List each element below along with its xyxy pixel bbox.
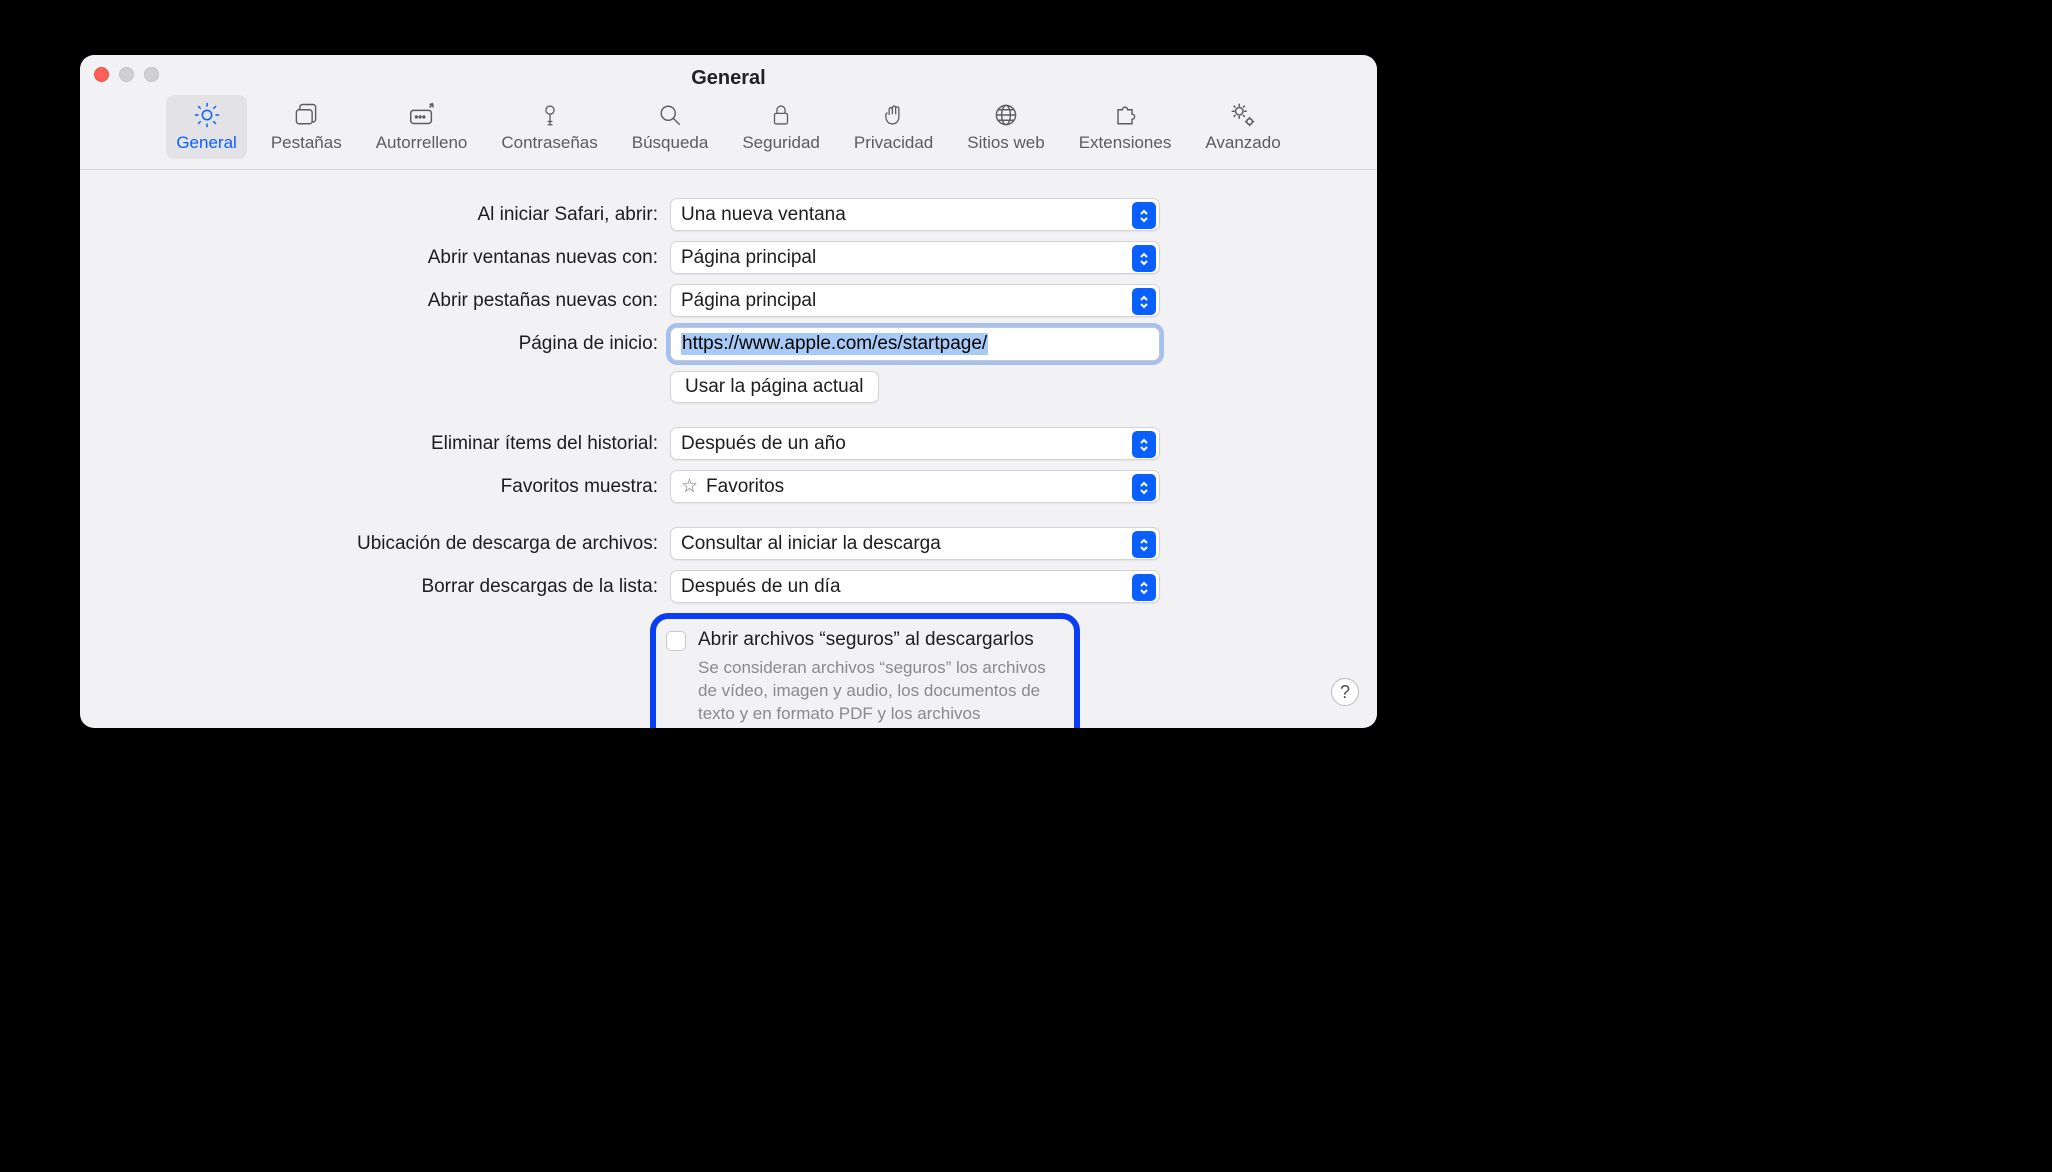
select-value: Página principal bbox=[681, 247, 816, 269]
homepage-input[interactable]: https://www.apple.com/es/startpage/ bbox=[670, 327, 1160, 361]
clear-downloads-label: Borrar descargas de la lista: bbox=[120, 576, 670, 598]
select-value: Después de un año bbox=[681, 433, 846, 455]
history-label: Eliminar ítems del historial: bbox=[120, 433, 670, 455]
homepage-value: https://www.apple.com/es/startpage/ bbox=[681, 333, 988, 355]
help-icon: ? bbox=[1340, 682, 1350, 703]
history-select[interactable]: Después de un año bbox=[670, 427, 1160, 460]
select-value: Una nueva ventana bbox=[681, 204, 846, 226]
chevron-updown-icon bbox=[1132, 288, 1156, 315]
hand-icon bbox=[878, 99, 910, 131]
clear-downloads-select[interactable]: Después de un día bbox=[670, 570, 1160, 603]
preferences-window: General General Pestañas Autorrelleno Co… bbox=[80, 55, 1377, 728]
tab-security[interactable]: Seguridad bbox=[732, 95, 830, 159]
tab-tabs[interactable]: Pestañas bbox=[261, 95, 352, 159]
select-value: Después de un día bbox=[681, 576, 841, 598]
tab-search[interactable]: Búsqueda bbox=[622, 95, 719, 159]
annotation-highlight: Abrir archivos “seguros” al descargarlos… bbox=[650, 613, 1080, 728]
new-windows-select[interactable]: Página principal bbox=[670, 241, 1160, 274]
gears-icon bbox=[1227, 99, 1259, 131]
tab-label: Privacidad bbox=[854, 133, 933, 153]
puzzle-icon bbox=[1109, 99, 1141, 131]
tab-label: Pestañas bbox=[271, 133, 342, 153]
use-current-page-button[interactable]: Usar la página actual bbox=[670, 371, 879, 403]
preferences-toolbar: General Pestañas Autorrelleno Contraseña… bbox=[80, 91, 1377, 170]
tab-autofill[interactable]: Autorrelleno bbox=[366, 95, 478, 159]
new-tabs-select[interactable]: Página principal bbox=[670, 284, 1160, 317]
tab-advanced[interactable]: Avanzado bbox=[1195, 95, 1290, 159]
tab-label: General bbox=[176, 133, 236, 153]
help-button[interactable]: ? bbox=[1331, 678, 1359, 706]
window-controls bbox=[94, 67, 159, 82]
titlebar: General bbox=[80, 55, 1377, 91]
zoom-window-button[interactable] bbox=[144, 67, 159, 82]
chevron-updown-icon bbox=[1132, 574, 1156, 601]
chevron-updown-icon bbox=[1132, 431, 1156, 458]
tab-websites[interactable]: Sitios web bbox=[957, 95, 1054, 159]
tab-passwords[interactable]: Contraseñas bbox=[491, 95, 607, 159]
gear-icon bbox=[191, 99, 223, 131]
tab-label: Autorrelleno bbox=[376, 133, 468, 153]
open-safe-files-label: Abrir archivos “seguros” al descargarlos bbox=[698, 629, 1034, 651]
favorites-select[interactable]: ☆ Favoritos bbox=[670, 470, 1160, 503]
tab-extensions[interactable]: Extensiones bbox=[1069, 95, 1182, 159]
homepage-label: Página de inicio: bbox=[120, 333, 670, 355]
close-window-button[interactable] bbox=[94, 67, 109, 82]
download-location-label: Ubicación de descarga de archivos: bbox=[120, 533, 670, 555]
tab-label: Extensiones bbox=[1079, 133, 1172, 153]
download-location-select[interactable]: Consultar al iniciar la descarga bbox=[670, 527, 1160, 560]
button-label: Usar la página actual bbox=[685, 376, 864, 398]
autofill-icon bbox=[406, 99, 438, 131]
tab-label: Búsqueda bbox=[632, 133, 709, 153]
on-launch-label: Al iniciar Safari, abrir: bbox=[120, 204, 670, 226]
tab-label: Sitios web bbox=[967, 133, 1044, 153]
window-title: General bbox=[80, 67, 1377, 90]
new-windows-label: Abrir ventanas nuevas con: bbox=[120, 247, 670, 269]
tab-privacy[interactable]: Privacidad bbox=[844, 95, 943, 159]
select-value: Consultar al iniciar la descarga bbox=[681, 533, 941, 555]
tab-general[interactable]: General bbox=[166, 95, 246, 159]
tab-label: Avanzado bbox=[1205, 133, 1280, 153]
chevron-updown-icon bbox=[1132, 202, 1156, 229]
chevron-updown-icon bbox=[1132, 474, 1156, 501]
open-safe-files-description: Se consideran archivos “seguros” los arc… bbox=[666, 657, 1046, 728]
select-value: Favoritos bbox=[706, 476, 784, 498]
chevron-updown-icon bbox=[1132, 245, 1156, 272]
new-tabs-label: Abrir pestañas nuevas con: bbox=[120, 290, 670, 312]
open-safe-files-checkbox[interactable] bbox=[666, 631, 686, 651]
globe-icon bbox=[990, 99, 1022, 131]
chevron-updown-icon bbox=[1132, 531, 1156, 558]
settings-content: Al iniciar Safari, abrir: Una nueva vent… bbox=[80, 170, 1377, 728]
tab-label: Seguridad bbox=[742, 133, 820, 153]
lock-icon bbox=[765, 99, 797, 131]
star-icon: ☆ bbox=[681, 475, 698, 498]
search-icon bbox=[654, 99, 686, 131]
tabs-icon bbox=[290, 99, 322, 131]
key-icon bbox=[534, 99, 566, 131]
on-launch-select[interactable]: Una nueva ventana bbox=[670, 198, 1160, 231]
minimize-window-button[interactable] bbox=[119, 67, 134, 82]
tab-label: Contraseñas bbox=[501, 133, 597, 153]
favorites-label: Favoritos muestra: bbox=[120, 476, 670, 498]
select-value: Página principal bbox=[681, 290, 816, 312]
